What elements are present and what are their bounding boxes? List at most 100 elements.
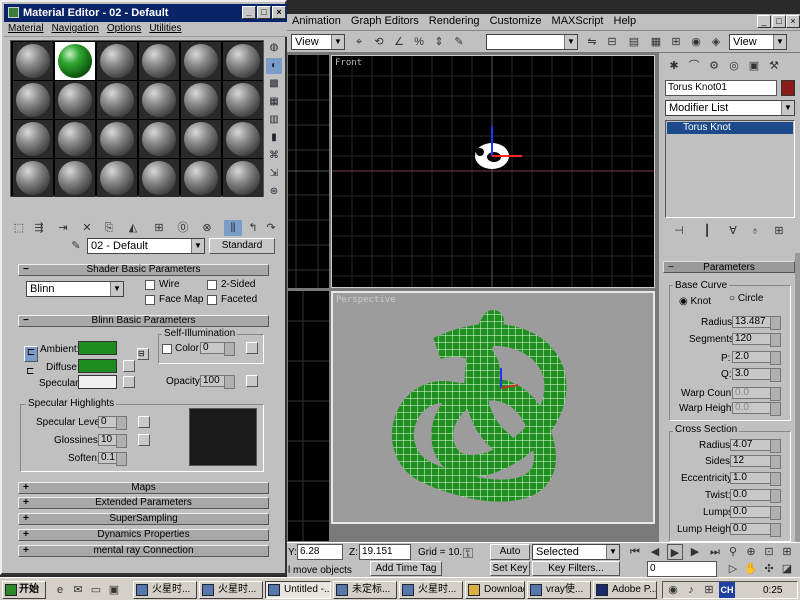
taskbar-item[interactable]: 火星时... — [133, 581, 197, 599]
view-dropdown-left[interactable]: View ▼ — [291, 34, 345, 50]
material-slot[interactable] — [181, 120, 221, 158]
angle-snap-icon[interactable]: ∠ — [391, 34, 407, 50]
material-slot[interactable] — [97, 81, 137, 119]
face-map-checkbox[interactable] — [145, 295, 155, 305]
next-frame-icon[interactable]: ▶ — [687, 544, 703, 560]
material-slot[interactable] — [223, 42, 263, 80]
material-slot[interactable] — [181, 159, 221, 197]
select-by-material-icon[interactable]: ⇲ — [266, 166, 282, 182]
material-slot[interactable] — [181, 81, 221, 119]
spec-level-spinner[interactable]: 0 — [98, 416, 127, 430]
make-unique-icon[interactable]: ∀ — [725, 223, 741, 239]
viewport-front-label[interactable]: Front — [335, 58, 362, 68]
material-effects-channel-icon[interactable]: ⓪ — [174, 220, 192, 236]
shader-dropdown[interactable]: Blinn ▼ — [26, 281, 124, 297]
maps-rollout-header[interactable]: + Maps — [18, 482, 269, 494]
tray-volume-icon[interactable]: ♪ — [683, 582, 699, 598]
utilities-tab-icon[interactable]: ⚒ — [766, 58, 782, 74]
orbit-icon[interactable]: ✣ — [761, 561, 777, 577]
material-slot[interactable] — [55, 120, 95, 158]
quicklaunch-desktop-icon[interactable]: ▭ — [88, 582, 104, 598]
make-copy-icon[interactable]: ⎘ — [100, 220, 118, 236]
named-selection-dropdown[interactable]: ▼ — [486, 34, 578, 50]
specular-map-button[interactable] — [123, 376, 135, 388]
view-dropdown-right[interactable]: View ▼ — [729, 34, 787, 50]
taskbar-item-active[interactable]: Untitled -... — [265, 581, 331, 599]
color-checkbox[interactable] — [162, 344, 172, 354]
twist-spinner[interactable]: 0.0 — [730, 489, 781, 503]
material-slot[interactable] — [97, 120, 137, 158]
layer-manager-icon[interactable]: ▤ — [626, 34, 642, 50]
make-preview-icon[interactable]: ▮ — [266, 130, 282, 146]
lock-ambient-diffuse-icon[interactable]: ⊏ — [24, 346, 38, 362]
material-slot[interactable] — [97, 42, 137, 80]
material-slot[interactable] — [223, 159, 263, 197]
mirror-icon[interactable]: ⇋ — [584, 34, 600, 50]
p-spinner[interactable]: 2.0 — [732, 351, 781, 365]
backlight-icon[interactable]: ◐ — [266, 58, 282, 74]
specular-color-swatch[interactable] — [78, 375, 117, 389]
warp-height-spinner[interactable]: 0.0 — [732, 402, 781, 416]
add-time-tag-button[interactable]: Add Time Tag — [370, 561, 442, 576]
sides-spinner[interactable]: 12 — [730, 455, 781, 469]
material-editor-titlebar[interactable]: Material Editor - 02 - Default _ □ × — [4, 4, 287, 22]
options-icon[interactable]: ⌘ — [266, 148, 282, 164]
material-name-field[interactable]: 02 - Default ▼ — [87, 238, 205, 254]
menu-help[interactable]: Help — [609, 14, 642, 28]
show-end-result-icon[interactable]: ┃ — [699, 223, 715, 239]
fov-icon[interactable]: ▷ — [725, 561, 741, 577]
taskbar-item[interactable]: vray使... — [527, 581, 591, 599]
goto-start-icon[interactable]: ⏮ — [627, 544, 643, 560]
create-tab-icon[interactable]: ✱ — [666, 58, 682, 74]
video-color-check-icon[interactable]: ▥ — [266, 112, 282, 128]
maximize-viewport-icon[interactable]: ◪ — [779, 561, 795, 577]
align-icon[interactable]: ⊟ — [604, 34, 620, 50]
menu-graph-editors[interactable]: Graph Editors — [346, 14, 424, 28]
opacity-map-button[interactable] — [246, 375, 258, 387]
viewport-top-partial[interactable] — [288, 55, 329, 288]
lock-diffuse-specular-icon[interactable]: ⊏ — [26, 366, 38, 378]
prev-frame-icon[interactable]: ◀ — [647, 544, 663, 560]
material-slot[interactable] — [139, 159, 179, 197]
snap-icon[interactable]: ⌖ — [351, 34, 367, 50]
modify-tab-icon[interactable]: ⌒ — [686, 58, 702, 74]
quicklaunch-media-icon[interactable]: ▣ — [106, 582, 122, 598]
shader-rollout-header[interactable]: − Shader Basic Parameters — [18, 264, 269, 276]
cs-radius-spinner[interactable]: 4.07 — [730, 439, 781, 453]
menu-customize[interactable]: Customize — [485, 14, 547, 28]
minimize-button[interactable]: _ — [757, 15, 771, 28]
material-slot[interactable] — [223, 120, 263, 158]
material-type-button[interactable]: Standard — [209, 238, 275, 254]
tray-network-icon[interactable]: ⊞ — [701, 582, 717, 598]
material-navigator-icon[interactable]: ⊛ — [266, 184, 282, 200]
material-slot[interactable] — [139, 120, 179, 158]
material-slot[interactable] — [55, 81, 95, 119]
material-slot[interactable] — [139, 42, 179, 80]
key-icon[interactable]: ⚿ — [460, 545, 476, 561]
extended-params-rollout-header[interactable]: + Extended Parameters — [18, 497, 269, 509]
select-link-icon[interactable]: ⟲ — [371, 34, 387, 50]
make-unique-icon[interactable]: ◭ — [124, 220, 142, 236]
ambient-color-swatch[interactable] — [78, 341, 117, 355]
show-map-in-viewport-icon[interactable]: ⊗ — [198, 220, 216, 236]
display-tab-icon[interactable]: ▣ — [746, 58, 762, 74]
material-slot[interactable] — [55, 159, 95, 197]
mated-maximize-button[interactable]: □ — [257, 6, 271, 19]
glossiness-spinner[interactable]: 10 — [98, 434, 127, 448]
put-to-scene-icon[interactable]: ⇶ — [30, 220, 48, 236]
modifier-stack-item[interactable]: Torus Knot — [667, 122, 793, 134]
material-slot[interactable] — [97, 159, 137, 197]
show-end-result-icon[interactable]: ⫼ — [224, 220, 242, 236]
sample-uv-tiling-icon[interactable]: ▦ — [266, 94, 282, 110]
pin-stack-icon[interactable]: ⊣ — [671, 223, 687, 239]
spinner-snap-icon[interactable]: ⇕ — [431, 34, 447, 50]
zoom-extents-icon[interactable]: ⊡ — [761, 544, 777, 560]
taskbar-item[interactable]: 火星时... — [199, 581, 263, 599]
viewport-front[interactable]: Front — [331, 55, 655, 288]
current-frame-field[interactable]: 0 — [647, 561, 717, 577]
menu-navigation[interactable]: Navigation — [48, 23, 103, 34]
tray-app-icon[interactable]: ◉ — [665, 582, 681, 598]
hierarchy-tab-icon[interactable]: ⚙ — [706, 58, 722, 74]
radius-spinner[interactable]: 13.487 — [732, 316, 781, 330]
soften-spinner[interactable]: 0.1 — [98, 452, 127, 466]
